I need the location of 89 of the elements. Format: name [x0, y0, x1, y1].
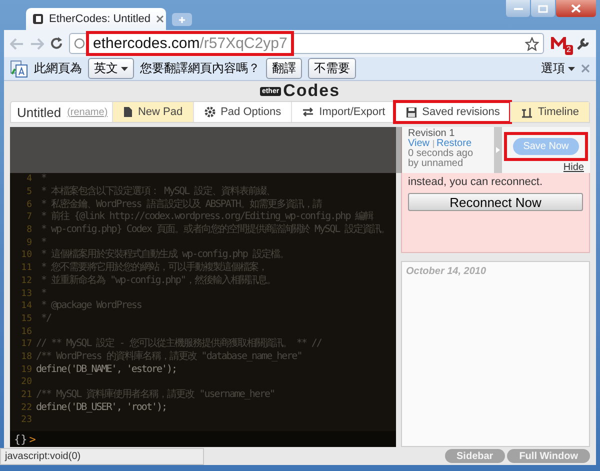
- restore-link[interactable]: Restore: [436, 139, 472, 149]
- code-line: */: [40, 312, 52, 325]
- plus-icon: [178, 16, 186, 24]
- code-line: * 私密金鑰、WordPress 語言設定以及 ABSPATH。如需更多資訊，請: [40, 198, 322, 210]
- line-number: 9: [26, 238, 33, 248]
- code-line: define('DB_USER', 'root');: [36, 402, 167, 414]
- translate-button[interactable]: 不需要: [308, 58, 356, 79]
- toolbar-button[interactable]: Timeline: [510, 102, 589, 122]
- logo-text: Codes: [283, 81, 340, 101]
- close-button[interactable]: [556, 0, 596, 17]
- prompt-braces: {}: [14, 432, 28, 446]
- wrench-icon[interactable]: [576, 36, 590, 50]
- reload-icon[interactable]: [50, 37, 63, 50]
- line-number: 4: [26, 174, 33, 184]
- code-line: define('DB_NAME', 'estore');: [36, 364, 177, 376]
- translate-button[interactable]: 翻譯: [266, 58, 302, 79]
- line-number: 15: [20, 314, 33, 324]
- line-number: 6: [26, 200, 33, 210]
- browser-tab[interactable]: EtherCodes: Untitled: [26, 8, 166, 30]
- line-number: 23: [20, 415, 33, 426]
- code-line: *: [40, 173, 46, 186]
- line-number: 12: [20, 276, 33, 286]
- pad-title: Untitled: [17, 104, 62, 120]
- options-menu[interactable]: 選項: [541, 60, 575, 77]
- line-number: 11: [20, 263, 33, 274]
- line-number: 20: [20, 377, 33, 388]
- line-number: 18: [20, 352, 33, 362]
- code-line: *: [40, 236, 46, 249]
- back-icon[interactable]: [10, 38, 24, 50]
- address-bar[interactable]: ethercodes.com/r57XqC2yp7: [69, 33, 544, 54]
- code-line: * 這個檔案用於安裝程式自動生成 wp-config.php 設定檔。: [40, 249, 288, 262]
- line-number: 5: [26, 187, 33, 198]
- line-number: 22: [20, 402, 33, 413]
- code-editor[interactable]: [10, 127, 396, 447]
- language-dropdown[interactable]: 英文: [88, 58, 134, 79]
- code-line: * wp-config.php} Codex 頁面。或者向您的空間提供商諮詢關於 MySQL 設定資訊。: [40, 224, 390, 236]
- code-line: /** WordPress 的資料庫名稱，請更改 "database_name_here": [36, 350, 302, 363]
- line-number: 16: [20, 326, 33, 337]
- toolbar-button[interactable]: Saved revisions: [395, 102, 510, 122]
- revision-author: by unnamed: [408, 159, 464, 169]
- line-number: 7: [26, 212, 33, 222]
- code-line: * @package WordPress: [40, 300, 142, 312]
- toolbar-button[interactable]: New Pad: [112, 102, 193, 122]
- timeline-icon: [520, 106, 533, 118]
- minimize-button[interactable]: [506, 0, 530, 17]
- code-line: *: [40, 288, 46, 300]
- code-line: /** MySQL 資料庫使用者名稱，請更改 "username_here": [36, 389, 275, 402]
- arrows-icon: [302, 107, 314, 117]
- new-tab-button[interactable]: [172, 13, 192, 26]
- gear-icon: [204, 106, 216, 118]
- reconnect-button[interactable]: Reconnect Now: [408, 193, 583, 211]
- alert-message: instead, you can reconnect.: [408, 176, 544, 188]
- line-number: 21: [20, 390, 33, 400]
- code-line: * 並重新命名為 "wp-config.php"，然後輸入相關訊息。: [40, 274, 276, 287]
- code-line: // ** MySQL 設定 - 您可以從主機服務提供商獲取相關資訊。 ** //: [36, 338, 322, 350]
- line-number: 10: [20, 250, 33, 260]
- translate-icon: [10, 60, 28, 78]
- close-icon: [571, 4, 581, 13]
- minimize-icon: [514, 6, 522, 10]
- prompt-caret: >: [29, 432, 36, 446]
- caret-icon: [121, 66, 128, 70]
- view-link[interactable]: View: [408, 139, 430, 149]
- code-line: * 您不需要將它用於您的網站，可以手動複製這個檔案，: [40, 262, 268, 274]
- status-bubble: javascript:void(0): [0, 448, 204, 465]
- maximize-icon: [538, 4, 548, 12]
- translate-prompt: 此網頁為: [34, 60, 82, 77]
- document-icon: [122, 106, 133, 118]
- url-text[interactable]: ethercodes.com/r57XqC2yp7: [89, 34, 292, 53]
- revision-time: 0 seconds ago: [408, 149, 474, 159]
- close-icon[interactable]: [156, 15, 164, 23]
- caret-icon: [568, 66, 575, 70]
- maximize-button[interactable]: [531, 0, 555, 17]
- line-number: 14: [20, 301, 33, 312]
- code-line: * 前往 {@link http://codex.wordpress.org/Editing_wp-config.php 編輯: [40, 211, 374, 224]
- hide-link[interactable]: Hide: [563, 162, 584, 173]
- close-icon[interactable]: [581, 64, 590, 73]
- line-number: 8: [26, 225, 33, 236]
- line-number: 13: [20, 288, 33, 299]
- forward-icon[interactable]: [30, 38, 44, 50]
- globe-icon: [74, 38, 85, 49]
- chat-date: October 14, 2010: [406, 266, 488, 277]
- code-line: * 本檔案包含以下設定選項： MySQL 設定、資料表前綴、: [40, 186, 276, 198]
- floppy-icon: [406, 106, 418, 118]
- star-icon[interactable]: [525, 36, 539, 50]
- page-icon: [32, 13, 44, 25]
- line-number: 19: [20, 364, 33, 375]
- translate-question: 您要翻譯網頁內容嗎？: [140, 60, 260, 77]
- line-number: 17: [20, 339, 33, 350]
- revision-title: Revision 1: [408, 129, 456, 139]
